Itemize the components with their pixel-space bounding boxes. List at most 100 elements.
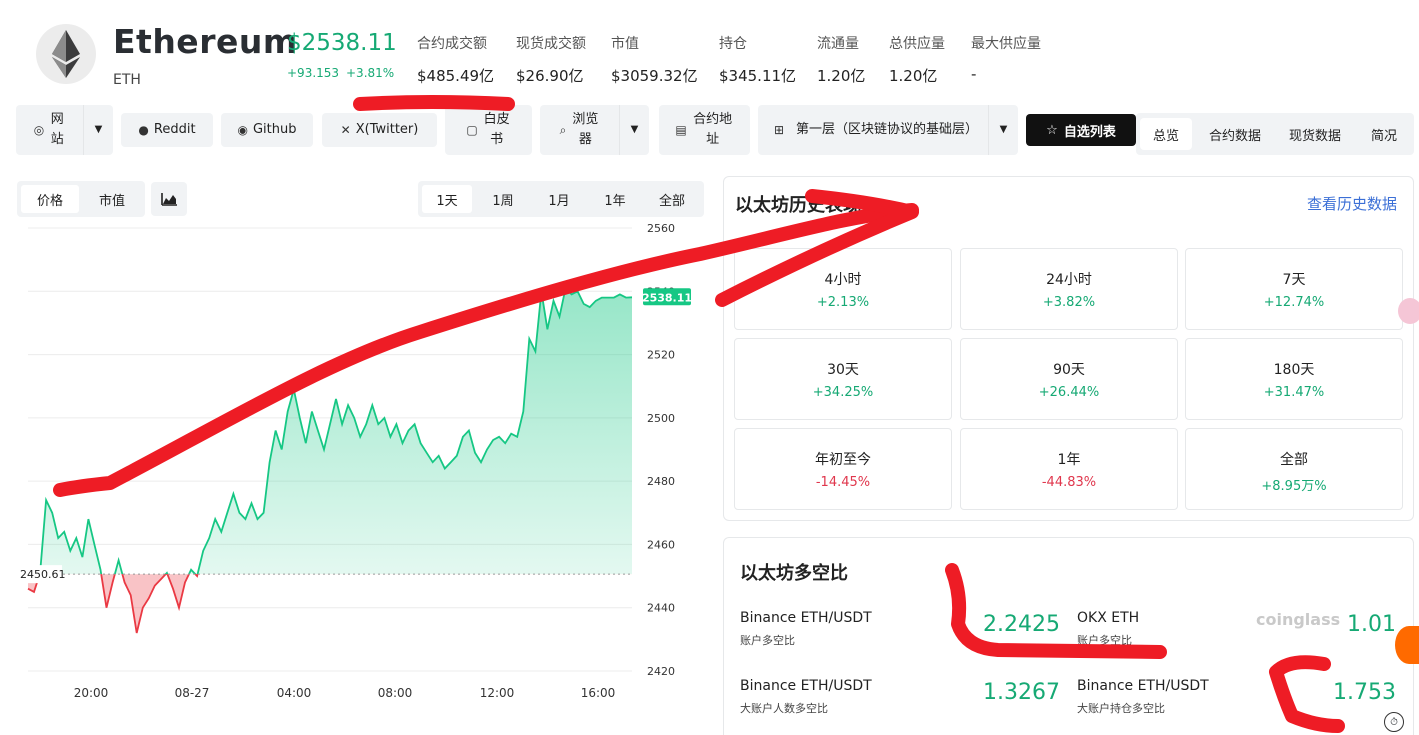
return-period: 1年 bbox=[1057, 452, 1081, 468]
tab-overview[interactable]: 总览 bbox=[1140, 118, 1192, 150]
return-value: +8.95万% bbox=[1261, 479, 1327, 494]
translate-icon[interactable] bbox=[1398, 298, 1419, 324]
stat-open-interest: 持仓 $345.11亿 bbox=[719, 33, 796, 86]
return-period: 年初至今 bbox=[815, 452, 871, 468]
coin-header: Ethereum ETH $2538.11 +93.153 +3.81% 合约成… bbox=[0, 0, 1419, 100]
return-cell: 7天 +12.74% bbox=[1185, 248, 1403, 330]
return-value: +34.25% bbox=[812, 385, 874, 400]
tab-spot-data[interactable]: 现货数据 bbox=[1278, 118, 1352, 150]
return-value: +2.13% bbox=[816, 295, 870, 310]
tab-futures-data[interactable]: 合约数据 bbox=[1198, 118, 1272, 150]
settings-gear-icon[interactable]: ⏱ bbox=[1384, 712, 1404, 732]
chevron-down-icon[interactable]: ▼ bbox=[619, 105, 649, 155]
return-value: +3.82% bbox=[1042, 295, 1096, 310]
watchlist-button[interactable]: ☆ 自选列表 bbox=[1026, 114, 1136, 146]
x-tick-label: 16:00 bbox=[581, 686, 616, 700]
twitter-label: X(Twitter) bbox=[355, 122, 419, 137]
baseline-label: 2450.61 bbox=[20, 568, 66, 581]
return-period: 30天 bbox=[827, 362, 859, 378]
tab-market-cap[interactable]: 市值 bbox=[83, 185, 141, 213]
whitepaper-label: 白皮书 bbox=[483, 112, 510, 147]
chevron-down-icon[interactable]: ▼ bbox=[988, 105, 1018, 155]
returns-title: 以太坊历史表现 bbox=[735, 195, 861, 216]
y-tick-label: 2420 bbox=[647, 665, 675, 678]
stat-futures-volume: 合约成交额 $485.49亿 bbox=[417, 33, 494, 86]
tab-range-1y[interactable]: 1年 bbox=[588, 185, 642, 213]
explorer-label: 浏览器 bbox=[572, 112, 599, 147]
chart-type-button[interactable] bbox=[151, 182, 187, 216]
chevron-down-icon[interactable]: ▼ bbox=[83, 105, 113, 155]
tab-range-1d[interactable]: 1天 bbox=[422, 185, 472, 213]
website-label: 网站 bbox=[50, 112, 64, 147]
tab-profile[interactable]: 简况 bbox=[1358, 118, 1410, 150]
search-icon: ⌕ bbox=[559, 123, 567, 137]
y-tick-label: 2440 bbox=[647, 602, 675, 615]
x-tick-label: 12:00 bbox=[480, 686, 515, 700]
x-tick-label: 20:00 bbox=[74, 686, 109, 700]
tab-range-1w[interactable]: 1周 bbox=[476, 185, 530, 213]
stat-circulating-supply: 流通量 1.20亿 bbox=[817, 33, 865, 86]
stat-label: 合约成交额 bbox=[417, 36, 487, 52]
ls-value: 1.3267 bbox=[983, 680, 1060, 705]
return-cell: 30天 +34.25% bbox=[734, 338, 952, 420]
stat-value: $3059.32亿 bbox=[611, 67, 698, 85]
return-cell: 180天 +31.47% bbox=[1185, 338, 1403, 420]
return-period: 全部 bbox=[1280, 452, 1308, 468]
return-cell: 4小时 +2.13% bbox=[734, 248, 952, 330]
ls-sub: 账户多空比 bbox=[740, 634, 795, 647]
watchlist-label: 自选列表 bbox=[1063, 124, 1116, 140]
tab-price[interactable]: 价格 bbox=[21, 185, 79, 213]
website-button[interactable]: ◎ 网站 ▼ bbox=[16, 105, 113, 155]
return-cell: 全部 +8.95万% bbox=[1185, 428, 1403, 510]
whitepaper-button[interactable]: ▢ 白皮书 bbox=[445, 105, 532, 155]
category-button[interactable]: ⊞ 第一层（区块链协议的基础层） ▼ bbox=[758, 105, 1018, 155]
stat-market-cap: 市值 $3059.32亿 bbox=[611, 33, 698, 86]
stat-value: $485.49亿 bbox=[417, 67, 495, 85]
return-value: +26.44% bbox=[1038, 385, 1100, 400]
return-period: 7天 bbox=[1282, 272, 1306, 288]
stat-spot-volume: 现货成交额 $26.90亿 bbox=[516, 33, 586, 86]
x-tick-label: 08-27 bbox=[175, 686, 210, 700]
current-price: $2538.11 bbox=[287, 30, 397, 56]
contract-label: 合约地址 bbox=[693, 112, 733, 147]
ls-name: Binance ETH/USDT bbox=[1077, 678, 1209, 694]
return-value: -44.83% bbox=[1041, 475, 1097, 490]
document-icon: ▢ bbox=[466, 123, 478, 137]
twitter-button[interactable]: ✕ X(Twitter) bbox=[322, 113, 437, 147]
last-price-label: 2538.11 bbox=[642, 291, 692, 304]
area-chart-icon bbox=[161, 193, 177, 206]
return-value: +12.74% bbox=[1263, 295, 1325, 310]
explorer-button[interactable]: ⌕ 浏览器 ▼ bbox=[540, 105, 649, 155]
reddit-button[interactable]: ● Reddit bbox=[121, 113, 213, 147]
history-data-link[interactable]: 查看历史数据 bbox=[1307, 193, 1397, 214]
long-short-title: 以太坊多空比 bbox=[740, 563, 848, 584]
floating-widget-icon[interactable] bbox=[1395, 626, 1419, 664]
contract-address-button[interactable]: ▤ 合约地址 bbox=[659, 105, 750, 155]
stat-total-supply: 总供应量 1.20亿 bbox=[889, 33, 945, 86]
tab-range-1m[interactable]: 1月 bbox=[532, 185, 586, 213]
page-tabs: 总览 合约数据 现货数据 简况 bbox=[1136, 113, 1414, 155]
ls-sub: 大账户人数多空比 bbox=[740, 702, 828, 715]
github-icon: ◉ bbox=[237, 123, 248, 137]
stat-value: $26.90亿 bbox=[516, 67, 584, 85]
github-button[interactable]: ◉ Github bbox=[221, 113, 313, 147]
stat-label: 总供应量 bbox=[889, 36, 945, 52]
return-cell: 24小时 +3.82% bbox=[960, 248, 1178, 330]
stat-max-supply: 最大供应量 - bbox=[971, 33, 1041, 83]
stat-label: 最大供应量 bbox=[971, 36, 1041, 52]
return-period: 90天 bbox=[1053, 362, 1085, 378]
y-tick-label: 2480 bbox=[647, 475, 675, 488]
return-value: -14.45% bbox=[815, 475, 871, 490]
metric-toggle: 价格 市值 bbox=[17, 181, 145, 217]
return-period: 24小时 bbox=[1046, 272, 1092, 288]
ls-value: 2.2425 bbox=[983, 612, 1060, 637]
return-period: 4小时 bbox=[824, 272, 862, 288]
marker-underline bbox=[353, 95, 515, 111]
tab-range-all[interactable]: 全部 bbox=[644, 185, 700, 213]
grid-icon: ⊞ bbox=[773, 123, 785, 137]
y-tick-label: 2460 bbox=[647, 538, 675, 551]
reddit-icon: ● bbox=[138, 123, 149, 137]
price-chart[interactable]: 2420244024602480250025202540256020:0008-… bbox=[0, 215, 715, 715]
star-icon: ☆ bbox=[1046, 122, 1058, 138]
y-tick-label: 2520 bbox=[647, 349, 675, 362]
